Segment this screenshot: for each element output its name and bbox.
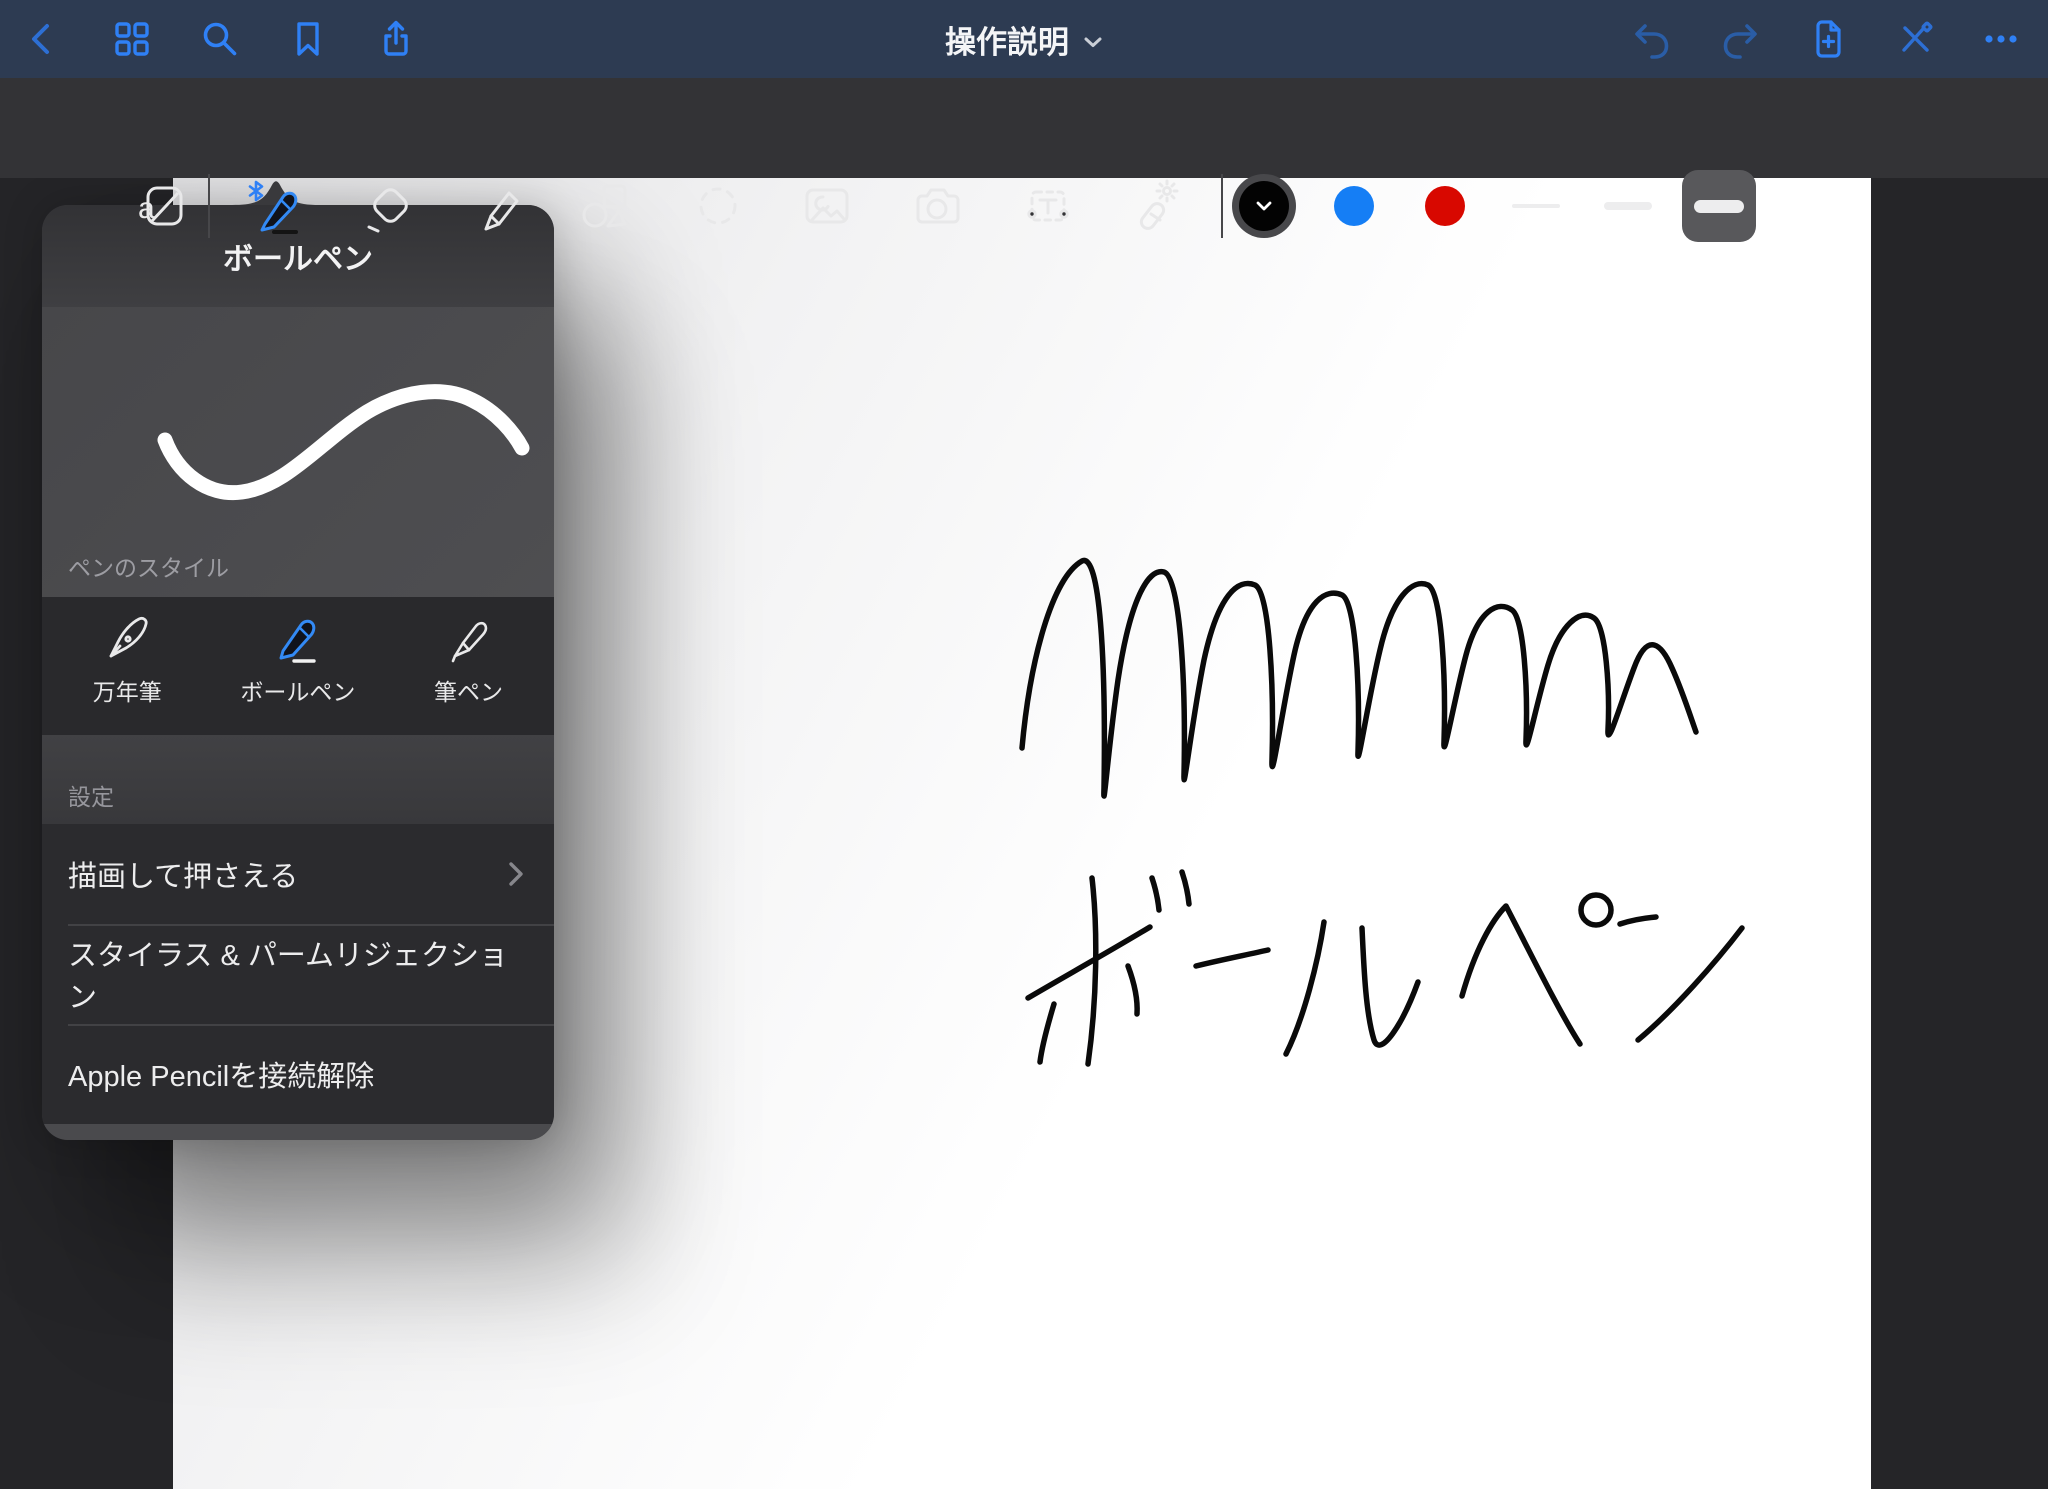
highlighter-tool[interactable] [472, 178, 528, 234]
add-page-icon [1806, 17, 1850, 61]
back-button[interactable] [12, 0, 72, 78]
share-button[interactable] [366, 0, 426, 78]
stroke-width-thin[interactable] [1512, 204, 1560, 208]
search-icon [198, 17, 242, 61]
popover-title: ボールペン [223, 234, 373, 278]
page-title: 操作説明 [945, 17, 1069, 62]
pen-style-label: 筆ペン [434, 673, 503, 707]
image-tool[interactable] [799, 178, 855, 234]
thumbnails-button[interactable] [102, 0, 162, 78]
pen-style-ballpoint-selected[interactable]: ボールペン [213, 597, 384, 735]
color-swatch-black-selected[interactable] [1232, 174, 1296, 238]
pen-style-label: 万年筆 [93, 673, 162, 707]
setting-row-label: Apple Pencilを接続解除 [68, 1053, 374, 1095]
undo-icon [1630, 17, 1674, 61]
back-chevron-icon [20, 17, 64, 61]
popover-footer [42, 1124, 554, 1140]
brush-pen-icon [439, 609, 497, 667]
toolbar-divider [1221, 174, 1223, 238]
pen-style-section-label: ペンのスタイル [68, 549, 229, 583]
pen-style-brush[interactable]: 筆ペン [383, 597, 554, 735]
title-chevron-down-icon [1083, 36, 1103, 48]
settings-rows: 描画して押さえる スタイラス & パームリジェクション Apple Pencil… [42, 824, 554, 1124]
more-button[interactable] [1971, 0, 2031, 78]
document-title-button[interactable]: 操作説明 [945, 0, 1103, 78]
bookmark-button[interactable] [278, 0, 338, 78]
lasso-tool[interactable] [690, 178, 746, 234]
setting-row-label: スタイラス & パームリジェクション [68, 932, 524, 1016]
stroke-width-medium[interactable] [1604, 202, 1652, 210]
page-format-tool[interactable]: a [135, 178, 191, 234]
navigation-bar: 操作説明 [0, 0, 2048, 78]
svg-text:a: a [138, 192, 155, 225]
text-icon [1020, 178, 1076, 234]
pen-tool-selected[interactable] [247, 178, 303, 234]
fountain-pen-icon [98, 609, 156, 667]
eraser-icon [361, 178, 417, 234]
laser-pointer-icon [1129, 178, 1185, 234]
toolbar-divider [208, 174, 210, 238]
shapes-icon [577, 178, 633, 234]
ballpoint-pen-icon [269, 609, 327, 667]
drawing-toolbar: a [0, 78, 2048, 178]
settings-section-label: 設定 [68, 778, 114, 812]
settings-section-header: 設定 [42, 735, 554, 824]
share-icon [374, 17, 418, 61]
pen-style-row: 万年筆 ボールペン 筆ペン [42, 597, 554, 735]
bluetooth-pen-icon [247, 178, 303, 234]
undo-button[interactable] [1622, 0, 1682, 78]
bookmark-icon [286, 17, 330, 61]
setting-row-label: 描画して押さえる [68, 853, 298, 895]
pen-style-label: ボールペン [240, 673, 355, 707]
text-tool[interactable] [1020, 178, 1076, 234]
image-icon [799, 178, 855, 234]
lasso-icon [690, 178, 746, 234]
color-swatch-blue[interactable] [1334, 186, 1374, 226]
color-swatch-red[interactable] [1425, 186, 1465, 226]
pen-disabled-icon [1894, 17, 1938, 61]
setting-row-disconnect-apple-pencil[interactable]: Apple Pencilを接続解除 [42, 1024, 554, 1124]
readonly-mode-button[interactable] [1886, 0, 1946, 78]
eraser-tool[interactable] [361, 178, 417, 234]
stroke-preview: ペンのスタイル [42, 307, 554, 597]
pen-settings-popover: ボールペン ペンのスタイル 万年筆 ボールペン [42, 205, 554, 1140]
add-page-button[interactable] [1798, 0, 1858, 78]
laser-pointer-tool[interactable] [1129, 178, 1185, 234]
swatch-chevron-down-icon [1254, 200, 1274, 212]
shapes-tool[interactable] [577, 178, 633, 234]
setting-row-stylus-palm-rejection[interactable]: スタイラス & パームリジェクション [42, 924, 554, 1024]
setting-row-draw-and-hold[interactable]: 描画して押さえる [42, 824, 554, 924]
page-format-icon: a [135, 178, 191, 234]
chevron-right-icon [508, 860, 524, 888]
stroke-width-thick[interactable] [1694, 200, 1744, 213]
camera-tool[interactable] [910, 178, 966, 234]
highlighter-icon [472, 178, 528, 234]
pen-style-fountain[interactable]: 万年筆 [42, 597, 213, 735]
camera-icon [910, 178, 966, 234]
redo-icon [1718, 17, 1762, 61]
grid-icon [110, 17, 154, 61]
more-dots-icon [1979, 17, 2023, 61]
redo-button[interactable] [1710, 0, 1770, 78]
search-button[interactable] [190, 0, 250, 78]
